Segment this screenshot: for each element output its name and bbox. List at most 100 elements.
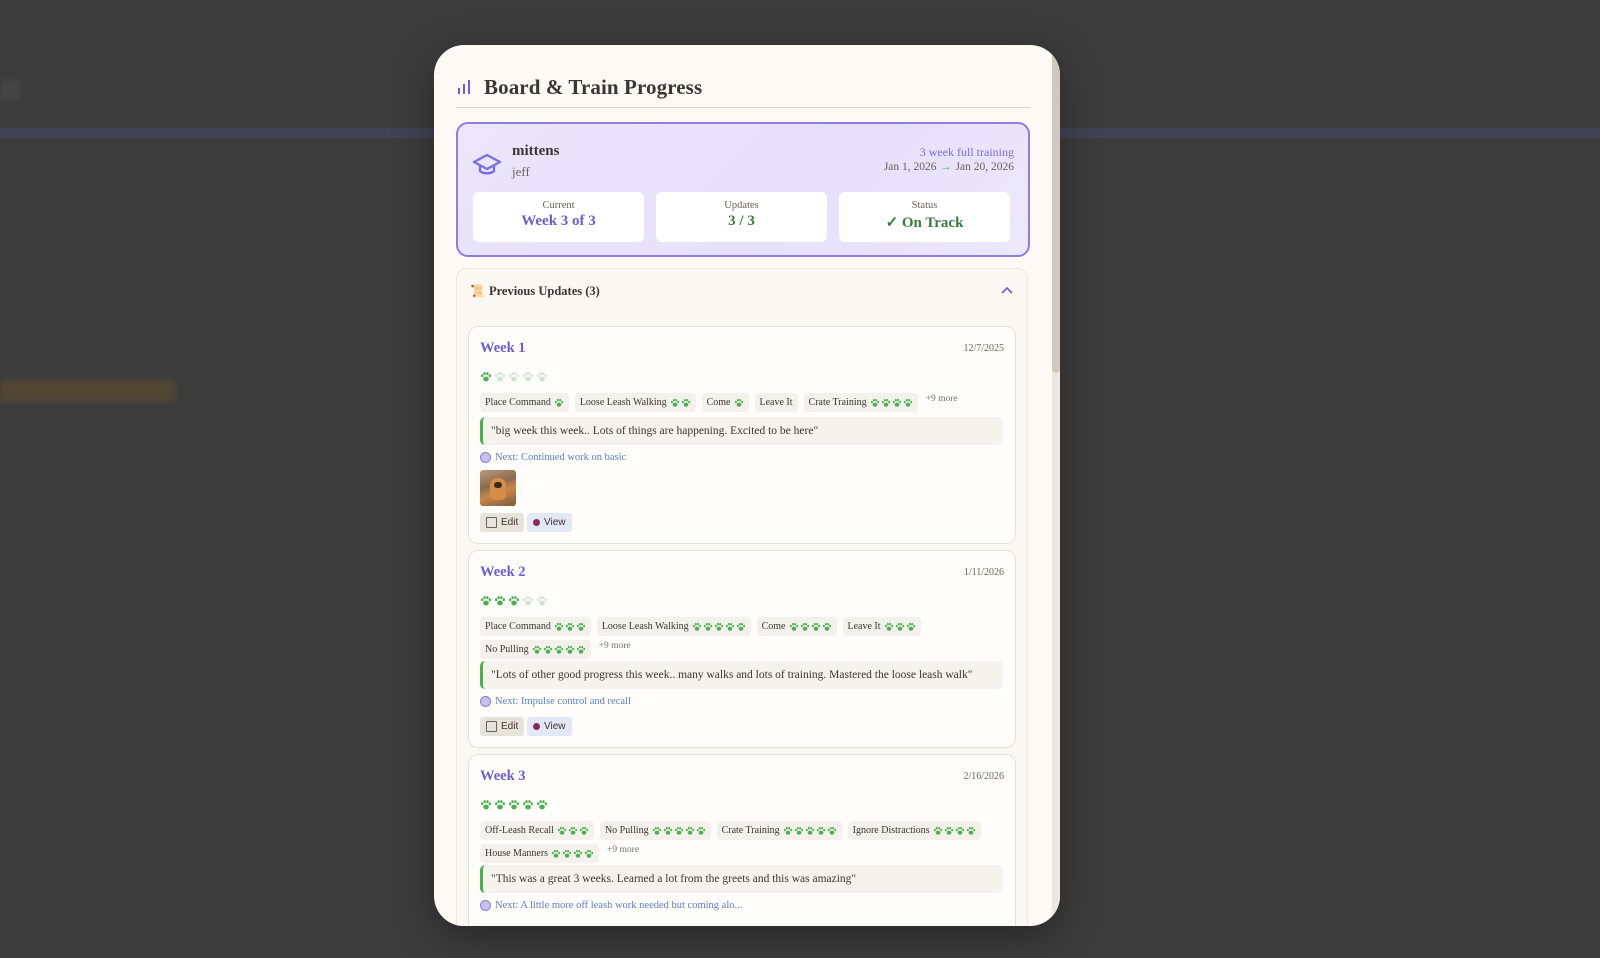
paw-icon — [870, 398, 879, 407]
dog-name: mittens — [512, 143, 560, 159]
paw-icon — [537, 372, 547, 382]
paw-icon — [523, 372, 533, 382]
skill-paw-rating — [884, 622, 916, 632]
paw-icon — [670, 398, 679, 407]
skill-chip: Loose Leash Walking — [574, 393, 696, 412]
skill-chips: Off-Leash Recall No Pulling Crate Training… — [480, 821, 1005, 863]
stat-value: ✓ On Track — [839, 213, 1010, 232]
skill-paw-rating — [532, 645, 586, 655]
skill-paw-rating — [734, 398, 744, 408]
target-icon — [480, 696, 491, 707]
modal-header: Board & Train Progress — [456, 67, 1030, 108]
paw-icon — [584, 849, 594, 858]
skill-paw-rating — [870, 398, 913, 408]
previous-updates-label: Previous Updates (3) — [488, 284, 600, 298]
skill-name: Leave It — [847, 621, 881, 632]
paw-icon — [557, 826, 567, 835]
graduation-cap-icon — [472, 153, 502, 175]
next-focus-text: Next: Impulse control and recall — [495, 696, 631, 707]
target-icon — [480, 452, 491, 463]
paw-icon — [576, 622, 585, 631]
paw-icon — [805, 826, 814, 835]
skill-paw-rating — [933, 826, 976, 836]
check-icon: ✓ — [885, 215, 899, 231]
paw-icon — [955, 826, 964, 835]
skill-paw-rating — [692, 622, 746, 632]
stat-label: Updates — [724, 200, 759, 211]
skill-name: Loose Leash Walking — [579, 397, 667, 408]
status-text: On Track — [901, 215, 964, 231]
dog-photo-thumbnail[interactable] — [480, 470, 516, 506]
paw-icon — [685, 826, 694, 835]
skill-chip: Crate Training — [803, 393, 918, 412]
edit-button[interactable]: Edit — [480, 513, 525, 532]
paw-icon — [789, 622, 798, 631]
skill-chip: Off-Leash Recall — [480, 821, 594, 840]
skill-paw-rating — [670, 398, 691, 408]
skill-name: Come — [706, 397, 731, 408]
stat-value: Week 3 of 3 — [521, 213, 596, 229]
skill-name: Place Command — [485, 621, 551, 632]
start-date: Jan 1, 2026 — [883, 161, 937, 173]
scrollbar-thumb[interactable] — [1052, 45, 1060, 373]
view-button[interactable]: View — [527, 513, 572, 532]
skill-chip: Come — [756, 617, 837, 636]
skill-chip: Come — [701, 393, 749, 412]
paw-icon — [703, 622, 712, 631]
more-skills-link[interactable]: +9 more — [605, 844, 641, 863]
paw-icon — [495, 596, 505, 606]
paw-icon — [481, 596, 491, 606]
skill-chip: Place Command — [480, 617, 591, 636]
paw-icon — [576, 645, 585, 654]
progress-modal: Board & Train Progress mittens jeff 3 we… — [434, 45, 1060, 926]
skill-name: Ignore Distractions — [852, 825, 930, 836]
paw-icon — [892, 398, 901, 407]
paw-icon — [800, 622, 809, 631]
program-name: 3 week full training — [919, 145, 1014, 159]
next-focus-text: Next: Continued work on basic — [495, 452, 627, 463]
target-icon — [480, 900, 491, 911]
more-skills-link[interactable]: +9 more — [597, 640, 633, 659]
paw-icon — [783, 826, 792, 835]
paw-icon — [714, 622, 723, 631]
next-focus: Next: A little more off leash work neede… — [480, 900, 742, 911]
backdrop-blob — [0, 380, 175, 402]
paw-icon — [881, 398, 890, 407]
previous-updates-toggle[interactable]: 📜 Previous Updates (3) — [457, 269, 1027, 316]
stat-label: Status — [911, 200, 938, 211]
chevron-up-icon[interactable] — [1001, 286, 1013, 294]
modal-scrollbar[interactable] — [1052, 45, 1060, 926]
paw-icon — [822, 622, 831, 631]
view-button[interactable]: View — [527, 717, 572, 736]
skill-name: Come — [761, 621, 786, 632]
arrow-right-icon: → — [940, 161, 952, 173]
paw-icon — [565, 622, 574, 631]
paw-icon — [736, 622, 745, 631]
paw-icon — [554, 645, 563, 654]
paw-icon — [884, 622, 893, 631]
skill-name: Crate Training — [808, 397, 867, 408]
edit-button[interactable]: Edit — [480, 717, 525, 736]
week-update-card: Week 3 2/16/2026 Off-Leash Recall No Pull… — [468, 754, 1016, 926]
paw-icon — [509, 596, 519, 606]
skill-paw-rating — [554, 622, 586, 632]
paw-icon — [509, 372, 519, 382]
edit-label: Edit — [501, 517, 519, 528]
week-date: 2/16/2026 — [963, 771, 1004, 782]
week-update-card: Week 1 12/7/2025 Place Command Loose Leas… — [468, 326, 1016, 544]
modal-title: Board & Train Progress — [484, 74, 703, 99]
paw-icon — [509, 800, 519, 810]
week-date: 1/11/2026 — [963, 567, 1004, 578]
previous-updates-panel: 📜 Previous Updates (3) Week 1 12/7/2025 … — [456, 268, 1028, 926]
skill-paw-rating — [652, 826, 706, 836]
edit-icon — [486, 517, 497, 528]
week-title: Week 1 — [480, 340, 526, 356]
more-skills-link[interactable]: +9 more — [924, 393, 960, 412]
skill-chip: Leave It — [842, 617, 921, 636]
scroll-icon: 📜 — [470, 284, 485, 298]
next-focus-text: Next: A little more off leash work neede… — [495, 900, 743, 911]
trainer-quote: "Lots of other good progress this week..… — [480, 661, 1003, 689]
skill-chip: No Pulling — [480, 640, 591, 659]
paw-icon — [794, 826, 803, 835]
paw-icon — [652, 826, 661, 835]
